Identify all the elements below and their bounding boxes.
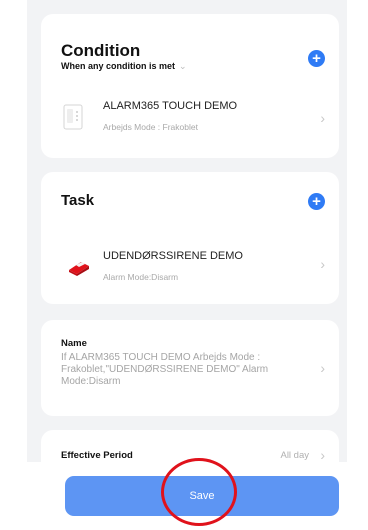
add-task-button[interactable]: + bbox=[308, 193, 325, 210]
scene-edit-screen: Condition When any condition is met ⌄ + A… bbox=[27, 0, 347, 530]
condition-device-name: ALARM365 TOUCH DEMO bbox=[103, 100, 238, 112]
name-label: Name bbox=[61, 338, 87, 349]
condition-device-status: Arbejds Mode : Frakoblet bbox=[103, 122, 198, 132]
chevron-right-icon: › bbox=[320, 447, 325, 463]
control-panel-icon bbox=[63, 104, 83, 130]
chevron-right-icon: › bbox=[320, 110, 325, 126]
condition-title: Condition bbox=[61, 41, 141, 60]
siren-icon bbox=[69, 262, 89, 276]
chevron-down-icon: ⌄ bbox=[179, 61, 187, 71]
chevron-right-icon: › bbox=[320, 256, 325, 272]
chevron-right-icon: › bbox=[320, 360, 325, 376]
task-title: Task bbox=[61, 192, 95, 209]
task-card: Task + UDENDØRSSIRENE DEMO Alarm Mode:Di… bbox=[41, 172, 339, 304]
footer-bar: Save bbox=[27, 462, 347, 530]
add-condition-button[interactable]: + bbox=[308, 50, 325, 67]
effective-period-value: All day bbox=[280, 450, 309, 461]
condition-mode-selector[interactable]: When any condition is met ⌄ bbox=[61, 61, 187, 72]
task-device-name: UDENDØRSSIRENE DEMO bbox=[103, 250, 243, 262]
effective-period-label: Effective Period bbox=[61, 450, 133, 461]
condition-card: Condition When any condition is met ⌄ + A… bbox=[41, 14, 339, 158]
condition-mode-label: When any condition is met bbox=[61, 61, 176, 71]
scene-name-value: If ALARM365 TOUCH DEMO Arbejds Mode : Fr… bbox=[61, 352, 269, 387]
task-device-status: Alarm Mode:Disarm bbox=[103, 272, 179, 282]
name-card[interactable]: Name If ALARM365 TOUCH DEMO Arbejds Mode… bbox=[41, 320, 339, 416]
save-button[interactable]: Save bbox=[65, 476, 339, 516]
